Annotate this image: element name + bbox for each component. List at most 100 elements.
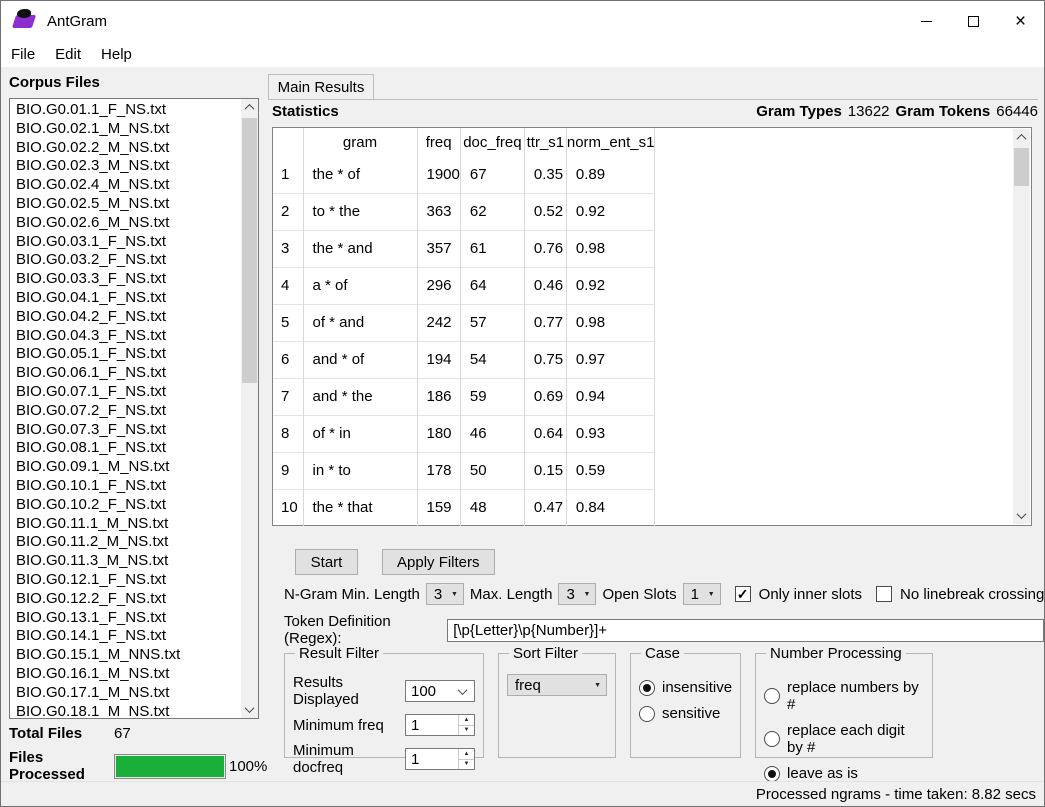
list-item[interactable]: BIO.G0.17.1_M_NS.txt [10, 684, 240, 703]
table-row[interactable]: 7and * the186590.690.94 [273, 378, 655, 415]
max-length-select[interactable]: 3 ▼ [558, 583, 596, 605]
spinner-down-icon[interactable]: ▼ [459, 760, 474, 770]
list-item[interactable]: BIO.G0.05.1_F_NS.txt [10, 345, 240, 364]
dropdown-arrow-icon: ▼ [708, 591, 715, 598]
menu-help[interactable]: Help [91, 43, 142, 66]
list-item[interactable]: BIO.G0.04.1_F_NS.txt [10, 289, 240, 308]
list-item[interactable]: BIO.G0.03.2_F_NS.txt [10, 251, 240, 270]
replace-digits-radio[interactable]: replace each digit by # [764, 722, 924, 756]
results-displayed-select[interactable]: 100 [405, 680, 475, 702]
spinner-up-icon[interactable]: ▲ [459, 715, 474, 726]
client-area: Corpus Files BIO.G0.01.1_F_NS.txtBIO.G0.… [1, 67, 1044, 781]
spinner-up-icon[interactable]: ▲ [459, 749, 474, 760]
leave-as-is-radio[interactable]: leave as is [764, 765, 924, 782]
list-item[interactable]: BIO.G0.11.1_M_NS.txt [10, 515, 240, 534]
results-table[interactable]: gramfreqdoc_freqttr_s1norm_ent_s1 1the *… [273, 128, 655, 526]
minimize-button[interactable] [903, 1, 950, 41]
list-item[interactable]: BIO.G0.02.5_M_NS.txt [10, 195, 240, 214]
progress-percent: 100% [229, 758, 267, 775]
minimum-freq-stepper[interactable]: 1 ▲ ▼ [405, 714, 475, 736]
table-row[interactable]: 4a * of296640.460.92 [273, 267, 655, 304]
list-item[interactable]: BIO.G0.04.2_F_NS.txt [10, 308, 240, 327]
table-header-row: gramfreqdoc_freqttr_s1norm_ent_s1 [273, 128, 655, 156]
case-insensitive-radio[interactable]: insensitive [639, 679, 732, 696]
list-item[interactable]: BIO.G0.07.3_F_NS.txt [10, 421, 240, 440]
list-item[interactable]: BIO.G0.06.1_F_NS.txt [10, 364, 240, 383]
files-processed-label: Files Processed [9, 749, 114, 783]
table-row[interactable]: 1the * of1900670.350.89 [273, 156, 655, 193]
open-slots-select[interactable]: 1 ▼ [683, 583, 721, 605]
table-scrollbar[interactable] [1013, 129, 1030, 524]
list-item[interactable]: BIO.G0.03.1_F_NS.txt [10, 233, 240, 252]
list-item[interactable]: BIO.G0.12.1_F_NS.txt [10, 571, 240, 590]
list-item[interactable]: BIO.G0.02.4_M_NS.txt [10, 176, 240, 195]
total-files-value: 67 [114, 725, 131, 742]
list-item[interactable]: BIO.G0.03.3_F_NS.txt [10, 270, 240, 289]
table-row[interactable]: 2to * the363620.520.92 [273, 193, 655, 230]
radio-icon [764, 688, 780, 704]
results-table-panel: gramfreqdoc_freqttr_s1norm_ent_s1 1the *… [272, 127, 1032, 526]
list-item[interactable]: BIO.G0.02.3_M_NS.txt [10, 157, 240, 176]
menu-file[interactable]: File [1, 43, 45, 66]
scrollbar-thumb[interactable] [242, 118, 257, 383]
list-item[interactable]: BIO.G0.08.1_F_NS.txt [10, 439, 240, 458]
sort-filter-title: Sort Filter [509, 645, 582, 662]
title-bar: AntGram × [1, 1, 1044, 41]
case-title: Case [641, 645, 684, 662]
gram-types-label: Gram Types [756, 103, 842, 120]
token-definition-input[interactable] [447, 619, 1044, 642]
list-item[interactable]: BIO.G0.11.3_M_NS.txt [10, 552, 240, 571]
number-processing-title: Number Processing [766, 645, 906, 662]
table-row[interactable]: 5of * and242570.770.98 [273, 304, 655, 341]
list-item[interactable]: BIO.G0.11.2_M_NS.txt [10, 533, 240, 552]
progress-bar [114, 754, 226, 779]
tab-main-results[interactable]: Main Results [268, 74, 374, 99]
list-item[interactable]: BIO.G0.12.2_F_NS.txt [10, 590, 240, 609]
no-linebreak-crossing-checkbox[interactable]: ✓ [876, 586, 892, 602]
corpus-file-list[interactable]: BIO.G0.01.1_F_NS.txtBIO.G0.02.1_M_NS.txt… [9, 98, 259, 719]
scroll-down-icon[interactable] [1013, 507, 1030, 524]
scroll-down-icon[interactable] [241, 701, 258, 718]
table-row[interactable]: 6and * of194540.750.97 [273, 341, 655, 378]
list-item[interactable]: BIO.G0.10.1_F_NS.txt [10, 477, 240, 496]
maximize-button[interactable] [950, 1, 997, 41]
list-item[interactable]: BIO.G0.04.3_F_NS.txt [10, 327, 240, 346]
close-button[interactable]: × [997, 1, 1044, 41]
scrollbar-thumb[interactable] [1014, 148, 1029, 186]
list-item[interactable]: BIO.G0.07.1_F_NS.txt [10, 383, 240, 402]
start-button[interactable]: Start [295, 549, 358, 575]
list-item[interactable]: BIO.G0.02.1_M_NS.txt [10, 120, 240, 139]
list-item[interactable]: BIO.G0.02.2_M_NS.txt [10, 139, 240, 158]
list-item[interactable]: BIO.G0.09.1_M_NS.txt [10, 458, 240, 477]
spinner-down-icon[interactable]: ▼ [459, 726, 474, 736]
only-inner-slots-checkbox[interactable]: ✓ [735, 586, 751, 602]
scroll-up-icon[interactable] [241, 99, 258, 116]
list-item[interactable]: BIO.G0.02.6_M_NS.txt [10, 214, 240, 233]
file-list-scrollbar[interactable] [241, 99, 258, 718]
maximize-icon [968, 16, 979, 27]
table-row[interactable]: 8of * in180460.640.93 [273, 415, 655, 452]
list-item[interactable]: BIO.G0.07.2_F_NS.txt [10, 402, 240, 421]
apply-filters-button[interactable]: Apply Filters [382, 549, 495, 575]
table-row[interactable]: 10the * that159480.470.84 [273, 489, 655, 526]
list-item[interactable]: BIO.G0.01.1_F_NS.txt [10, 101, 240, 120]
case-sensitive-radio[interactable]: sensitive [639, 705, 732, 722]
table-row[interactable]: 3the * and357610.760.98 [273, 230, 655, 267]
menu-edit[interactable]: Edit [45, 43, 91, 66]
ngram-min-length-select[interactable]: 3 ▼ [426, 583, 464, 605]
list-item[interactable]: BIO.G0.14.1_F_NS.txt [10, 627, 240, 646]
radio-icon [764, 731, 780, 747]
sort-filter-select[interactable]: freq ▼ [507, 674, 607, 696]
status-bar: Processed ngrams - time taken: 8.82 secs [1, 781, 1044, 806]
list-item[interactable]: BIO.G0.18.1_M_NS.txt [10, 703, 240, 719]
scroll-up-icon[interactable] [1013, 129, 1030, 146]
replace-numbers-radio[interactable]: replace numbers by # [764, 679, 924, 713]
table-row[interactable]: 9in * to178500.150.59 [273, 452, 655, 489]
list-item[interactable]: BIO.G0.10.2_F_NS.txt [10, 496, 240, 515]
minimum-docfreq-stepper[interactable]: 1 ▲ ▼ [405, 748, 475, 770]
corpus-files-heading: Corpus Files [9, 74, 100, 91]
list-item[interactable]: BIO.G0.13.1_F_NS.txt [10, 609, 240, 628]
list-item[interactable]: BIO.G0.16.1_M_NS.txt [10, 665, 240, 684]
gram-types-value: 13622 [848, 103, 890, 120]
list-item[interactable]: BIO.G0.15.1_M_NNS.txt [10, 646, 240, 665]
